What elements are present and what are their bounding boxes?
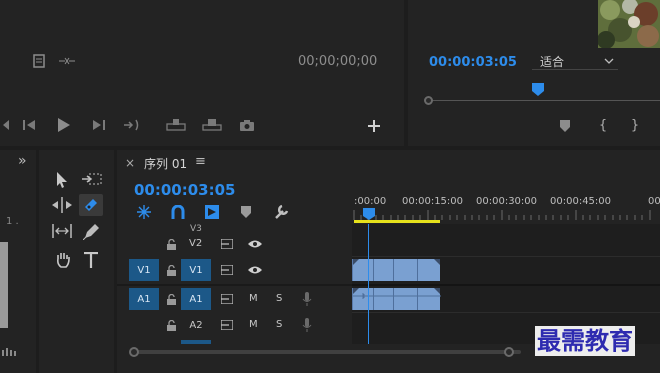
timeline-scrollbar[interactable]: [129, 346, 529, 358]
source-patch-v1[interactable]: V1: [129, 259, 159, 281]
panel-expand-icon[interactable]: »: [18, 153, 27, 169]
track-line: [352, 284, 660, 286]
nest-icon[interactable]: [135, 204, 153, 220]
solo-button[interactable]: S: [276, 319, 282, 330]
mark-in-icon[interactable]: {: [596, 118, 610, 133]
step-back-far-icon[interactable]: [0, 118, 10, 132]
audio-waveform: [353, 293, 441, 299]
wrench-icon[interactable]: [272, 204, 290, 220]
track-target-v1[interactable]: V1: [181, 259, 211, 281]
lock-icon[interactable]: [165, 237, 177, 251]
track-row-a3-partial: [181, 340, 211, 344]
program-scrubber[interactable]: [424, 83, 660, 107]
timeline-playhead[interactable]: [363, 208, 375, 223]
track-line: [352, 312, 660, 313]
type-tool-icon[interactable]: [81, 250, 101, 270]
timeline-panel: × 序列 01 ≡ 00:00:03:05 :00:00 00:00:15:00…: [117, 150, 660, 373]
thumbnail-edge: [0, 242, 8, 328]
chevron-down-icon: [604, 55, 614, 68]
source-monitor-panel: 00;00;00;00: [0, 0, 404, 146]
ruler-label: 00:00:30:00: [476, 196, 538, 207]
fit-select[interactable]: 适合: [532, 52, 618, 70]
watermark-text: 最需教育: [535, 326, 635, 356]
slip-tool-icon[interactable]: [51, 222, 73, 240]
eye-icon[interactable]: [247, 263, 263, 277]
track-line: [352, 256, 660, 257]
ruler-label: 00:00:15:00: [402, 196, 464, 207]
bars-icon: [2, 346, 18, 359]
sync-lock-icon[interactable]: [220, 237, 234, 251]
play-icon[interactable]: [56, 117, 72, 133]
plus-icon[interactable]: [366, 118, 382, 134]
scrollbar-right-handle[interactable]: [504, 347, 514, 357]
mark-out-icon[interactable]: }: [628, 118, 642, 133]
ruler-label: 00:00:45:00: [550, 196, 612, 207]
go-to-out-icon[interactable]: [124, 118, 142, 132]
source-patch-a1[interactable]: A1: [129, 288, 159, 310]
track-row-v1: V1 V1: [117, 257, 352, 283]
hand-tool-icon[interactable]: [53, 250, 73, 270]
sequence-tab[interactable]: 序列 01: [144, 155, 187, 172]
program-timecode[interactable]: 00:00:03:05: [429, 55, 517, 70]
mic-icon[interactable]: [300, 317, 314, 333]
scrubber-start-knob[interactable]: [424, 96, 433, 105]
playhead-marker[interactable]: [532, 83, 544, 100]
close-icon[interactable]: ×: [125, 156, 135, 170]
snap-icon[interactable]: [169, 204, 187, 220]
tools-panel: [39, 150, 114, 373]
project-panel-edge: » 1 .: [0, 150, 36, 373]
ruler-label: 00: [648, 196, 660, 207]
step-forward-icon[interactable]: [92, 118, 106, 132]
playhead-line: [368, 224, 369, 344]
track-row-v2: V2: [117, 232, 352, 256]
tab-menu-icon[interactable]: ≡: [195, 154, 206, 169]
audio-clip[interactable]: [352, 288, 441, 310]
program-monitor-panel: 00:00:03:05 适合 { }: [408, 0, 660, 146]
mute-button[interactable]: M: [249, 319, 258, 330]
pen-tool-icon[interactable]: [81, 222, 101, 242]
lock-icon[interactable]: [165, 318, 177, 332]
add-marker-icon[interactable]: [239, 205, 253, 219]
frame-icon[interactable]: [32, 54, 46, 68]
time-ruler[interactable]: :00:00 00:00:15:00 00:00:30:00 00:00:45:…: [352, 190, 660, 224]
camera-icon[interactable]: [238, 118, 256, 132]
razor-tool-icon[interactable]: [79, 194, 103, 216]
sync-lock-icon[interactable]: [220, 292, 234, 306]
selection-tool-icon[interactable]: [53, 170, 71, 190]
marker-icon[interactable]: [58, 56, 76, 66]
ripple-edit-icon[interactable]: [51, 196, 73, 214]
sync-lock-icon[interactable]: [220, 263, 234, 277]
track-row-a1: A1 A1 M S: [117, 286, 352, 312]
track-target-a1[interactable]: A1: [181, 288, 211, 310]
linked-icon[interactable]: [203, 204, 221, 220]
sequence-timecode[interactable]: 00:00:03:05: [134, 181, 236, 199]
solo-button[interactable]: S: [276, 293, 282, 304]
mic-icon[interactable]: [300, 291, 314, 307]
video-clip[interactable]: [352, 259, 440, 281]
track-select-icon[interactable]: [81, 170, 103, 188]
lock-icon[interactable]: [165, 292, 177, 306]
fit-select-value: 适合: [540, 55, 565, 69]
scrollbar-left-handle[interactable]: [129, 347, 139, 357]
step-back-icon[interactable]: [22, 118, 36, 132]
overwrite-icon[interactable]: [202, 118, 222, 132]
sync-lock-icon[interactable]: [220, 318, 234, 332]
item-number: 1 .: [6, 216, 19, 227]
track-headers: V3 V2 V1 V1 A1 A1 M S A2 M S: [117, 224, 352, 344]
track-label-v2[interactable]: V2: [189, 238, 202, 249]
eye-icon[interactable]: [247, 237, 263, 251]
lock-icon[interactable]: [165, 263, 177, 277]
source-timecode: 00;00;00;00: [298, 54, 378, 69]
add-marker-icon[interactable]: [558, 119, 572, 133]
insert-icon[interactable]: [166, 118, 186, 132]
ruler-label: :00:00: [354, 196, 387, 207]
mute-button[interactable]: M: [249, 293, 258, 304]
track-target-a2[interactable]: A2: [181, 314, 211, 336]
track-row-a2: A2 M S: [117, 313, 352, 337]
video-preview-thumbnail: [598, 0, 660, 48]
